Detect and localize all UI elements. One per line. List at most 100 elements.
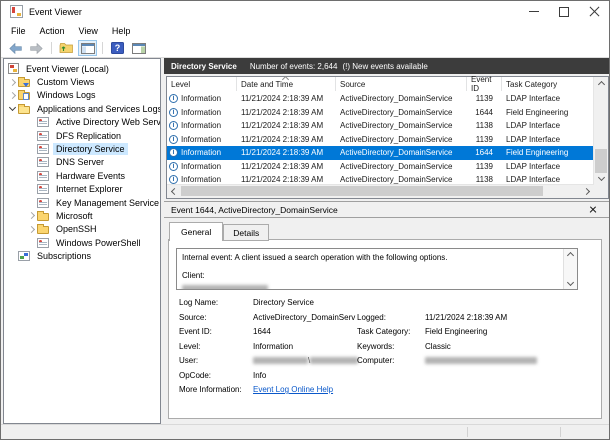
field-label-logged: Logged: — [357, 312, 386, 322]
tree-item-label: Windows PowerShell — [56, 237, 141, 248]
table-row[interactable]: Information 11/21/2024 2:18:39 AM ActiveDi… — [167, 106, 594, 120]
scroll-up-icon[interactable] — [566, 251, 575, 260]
forward-button[interactable] — [27, 40, 46, 56]
pane-splitter[interactable] — [161, 58, 164, 425]
svg-text:?: ? — [115, 43, 121, 53]
tree-item-label: Microsoft — [56, 210, 93, 221]
redacted-value — [425, 357, 537, 365]
table-row[interactable]: Information 11/21/2024 2:18:39 AM ActiveDi… — [167, 146, 594, 160]
tree-item-event-viewer-local[interactable]: Event Viewer (Local) — [4, 62, 160, 75]
field-value-source: ActiveDirectory_DomainServ — [253, 312, 356, 322]
menu-help[interactable]: Help — [105, 24, 138, 38]
back-button[interactable] — [6, 40, 25, 56]
show-hide-action-pane-button[interactable] — [129, 40, 148, 56]
tree-item-hardware-events[interactable]: Hardware Events — [4, 169, 160, 182]
table-row[interactable]: Information 11/21/2024 2:18:39 AM ActiveDi… — [167, 119, 594, 133]
folder-icon — [37, 224, 49, 235]
table-row[interactable]: Information 11/21/2024 2:18:39 AM ActiveDi… — [167, 92, 594, 106]
level-text: Information — [181, 175, 222, 185]
field-label-keywords: Keywords: — [357, 341, 395, 351]
task-category-cell: LDAP Interface — [506, 121, 561, 131]
event-log-online-help-link[interactable]: Event Log Online Help — [253, 385, 333, 394]
information-icon — [169, 161, 178, 171]
level-cell: Information — [167, 175, 237, 185]
scrollbar-thumb[interactable] — [595, 149, 607, 173]
expand-chevron-icon[interactable] — [26, 224, 37, 235]
table-row[interactable]: Information 11/21/2024 2:18:39 AM ActiveDi… — [167, 160, 594, 174]
scrollbar-thumb[interactable] — [181, 186, 543, 196]
event-description-box[interactable]: Internal event: A client issued a search… — [176, 248, 578, 290]
new-events-notice[interactable]: (!) New events available — [342, 62, 427, 71]
scroll-left-icon[interactable] — [170, 187, 179, 196]
minimize-button[interactable] — [519, 1, 549, 22]
show-hide-console-tree-button[interactable] — [78, 40, 97, 56]
menu-file[interactable]: File — [4, 24, 33, 38]
tab-details[interactable]: Details — [223, 224, 270, 241]
up-one-level-button[interactable] — [57, 40, 76, 56]
field-label-computer: Computer: — [357, 356, 395, 365]
source-cell: ActiveDirectory_DomainService — [340, 175, 453, 185]
column-header-date-and-time[interactable]: Date and Time — [237, 75, 336, 91]
datetime-cell: 11/21/2024 2:18:39 AM — [241, 94, 324, 104]
menu-bar: File Action View Help — [1, 22, 609, 39]
column-header-event-id[interactable]: Event ID — [467, 75, 502, 93]
tree-item-windows-powershell[interactable]: Windows PowerShell — [4, 236, 160, 249]
information-icon — [169, 134, 178, 144]
level-text: Information — [181, 148, 222, 158]
tree-item-openssh[interactable]: OpenSSH — [4, 223, 160, 236]
tree-item-subscriptions[interactable]: Subscriptions — [4, 249, 160, 262]
tree-item-directory-service[interactable]: Directory Service — [4, 142, 160, 156]
toolbar-separator — [102, 42, 103, 54]
source-cell: ActiveDirectory_DomainService — [340, 107, 453, 117]
tree-item-key-management-service[interactable]: Key Management Service — [4, 196, 160, 209]
tree-item-label: OpenSSH — [56, 224, 97, 235]
events-list: Level Date and Time Source Event ID Task… — [166, 75, 609, 199]
scroll-up-icon[interactable] — [597, 80, 606, 89]
information-icon — [169, 121, 178, 131]
event-viewer-icon — [8, 63, 19, 75]
maximize-button[interactable] — [549, 1, 579, 22]
level-cell: Information — [167, 107, 237, 117]
tree-item-internet-explorer[interactable]: Internet Explorer — [4, 183, 160, 196]
tree-item-applications-and-services-logs[interactable]: Applications and Services Logs — [4, 102, 160, 115]
menu-view[interactable]: View — [72, 24, 105, 38]
menu-action[interactable]: Action — [33, 24, 72, 38]
event-description: Internal event: A client issued a search… — [177, 249, 577, 280]
tree-item-active-directory-web-services[interactable]: Active Directory Web Services — [4, 116, 160, 129]
tree-item-label: Internet Explorer — [56, 184, 123, 195]
field-value-log-name: Directory Service — [253, 298, 314, 307]
tab-general[interactable]: General — [169, 222, 224, 241]
event-log-icon — [37, 197, 49, 208]
tree-item-windows-logs[interactable]: Windows Logs — [4, 89, 160, 102]
close-button[interactable] — [579, 1, 609, 22]
scroll-right-icon[interactable] — [582, 187, 591, 196]
description-scrollbar[interactable] — [563, 249, 577, 289]
close-details-icon[interactable] — [589, 206, 597, 214]
field-label-user: User: — [179, 356, 199, 365]
expand-chevron-icon[interactable] — [7, 77, 18, 88]
information-icon — [169, 148, 178, 158]
column-header-source[interactable]: Source — [336, 77, 467, 91]
field-label-more-information: More Information: — [179, 385, 242, 394]
tree-item-microsoft[interactable]: Microsoft — [4, 209, 160, 222]
table-row[interactable]: Information 11/21/2024 2:18:39 AM ActiveDi… — [167, 133, 594, 147]
expand-chevron-icon[interactable] — [7, 90, 18, 101]
level-text: Information — [181, 121, 222, 131]
tree-item-dns-server[interactable]: DNS Server — [4, 156, 160, 169]
tree-item-dfs-replication[interactable]: DFS Replication — [4, 129, 160, 142]
scroll-down-icon[interactable] — [566, 278, 575, 287]
column-header-task-category[interactable]: Task Category — [502, 77, 594, 91]
tree-item-custom-views[interactable]: Custom Views — [4, 75, 160, 88]
tree-item-label: DNS Server — [56, 157, 105, 168]
expand-chevron-icon[interactable] — [26, 210, 37, 221]
scroll-down-icon[interactable] — [597, 173, 606, 182]
vertical-scrollbar[interactable] — [593, 77, 608, 185]
collapse-chevron-icon[interactable] — [7, 103, 18, 114]
field-value-opcode: Info — [253, 370, 267, 380]
column-header-level[interactable]: Level — [167, 77, 237, 91]
event-details-header[interactable]: Event 1644, ActiveDirectory_DomainServic… — [164, 201, 609, 218]
help-button[interactable]: ? — [108, 40, 127, 56]
horizontal-scrollbar[interactable] — [167, 184, 594, 198]
